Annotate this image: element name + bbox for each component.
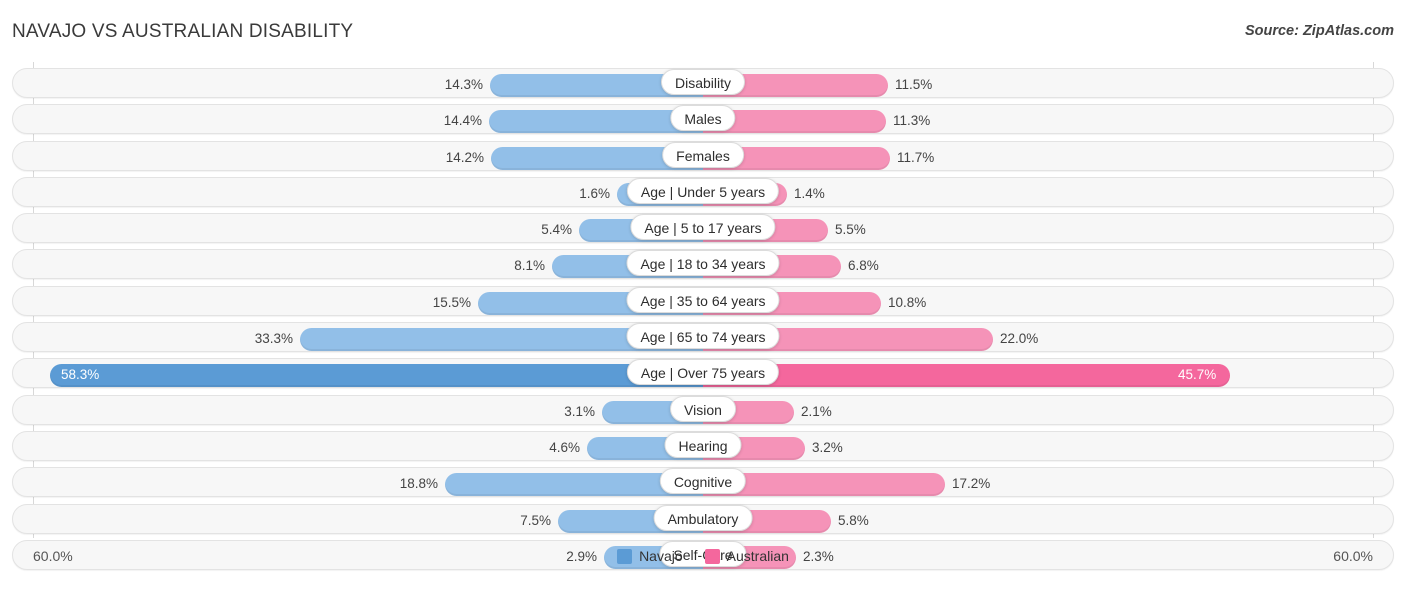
legend-label: Australian <box>726 548 789 564</box>
table-row[interactable]: 4.6% 3.2% Hearing <box>0 428 1406 464</box>
value-label-navajo: 14.2% <box>445 149 484 165</box>
value-label-australian: 5.5% <box>835 222 866 238</box>
row-bars: 18.8% 17.2% Cognitive <box>0 464 1406 500</box>
table-row[interactable]: 18.8% 17.2% Cognitive <box>0 464 1406 500</box>
value-label-navajo: 14.4% <box>443 113 482 129</box>
row-bars: 3.1% 2.1% Vision <box>0 392 1406 428</box>
value-label-navajo: 7.5% <box>520 512 551 528</box>
category-label-pill[interactable]: Females <box>662 141 744 168</box>
value-label-australian: 2.1% <box>801 403 832 419</box>
value-label-navajo: 14.3% <box>444 77 483 92</box>
chart-plot-area: 14.3% 11.5% Disability 14.4% 11.3% Males 14.2%… <box>0 62 1406 574</box>
value-label-australian: 5.8% <box>838 512 869 528</box>
row-bars: 33.3% 22.0% Age | 65 to 74 years <box>0 319 1406 355</box>
value-label-navajo: 1.6% <box>579 185 610 201</box>
value-label-australian: 17.2% <box>952 476 991 492</box>
row-bars: 8.1% 6.8% Age | 18 to 34 years <box>0 246 1406 282</box>
legend-item[interactable]: Navajo <box>617 544 683 568</box>
category-label-pill[interactable]: Hearing <box>664 431 742 458</box>
table-row[interactable]: 14.4% 11.3% Males <box>0 101 1406 137</box>
table-row[interactable]: 33.3% 22.0% Age | 65 to 74 years <box>0 319 1406 355</box>
table-row[interactable]: 58.3% 45.7% Age | Over 75 years <box>0 355 1406 391</box>
value-label-navajo: 5.4% <box>541 222 572 238</box>
value-label-navajo: 3.1% <box>564 403 595 419</box>
category-label-pill[interactable]: Age | Over 75 years <box>626 359 780 386</box>
value-label-australian: 11.7% <box>897 149 935 165</box>
value-label-navajo: 58.3% <box>61 367 100 383</box>
bar-rows-container: 14.3% 11.5% Disability 14.4% 11.3% Males 14.2%… <box>0 65 1406 573</box>
value-label-australian: 3.2% <box>812 439 843 455</box>
source-attribution: Source: ZipAtlas.com <box>1244 23 1394 39</box>
legend-swatch-icon <box>704 548 720 564</box>
legend-label: Navajo <box>639 548 683 564</box>
category-label-pill[interactable]: Ambulatory <box>653 504 753 531</box>
legend-swatch-icon <box>617 548 633 564</box>
legend-item[interactable]: Australian <box>704 544 789 568</box>
category-label-pill[interactable]: Cognitive <box>659 468 747 495</box>
table-row[interactable]: 3.1% 2.1% Vision <box>0 392 1406 428</box>
value-label-australian: 6.8% <box>848 258 879 274</box>
category-label-pill[interactable]: Disability <box>660 69 746 95</box>
row-bars: 1.6% 1.4% Age | Under 5 years <box>0 174 1406 210</box>
chart-legend: Navajo Australian <box>0 544 1406 568</box>
value-label-navajo: 33.3% <box>254 331 293 347</box>
value-label-australian: 22.0% <box>1000 331 1039 347</box>
table-row[interactable]: 14.3% 11.5% Disability <box>0 65 1406 101</box>
chart-header: NAVAJO VS AUSTRALIAN DISABILITY Source: … <box>0 0 1406 62</box>
value-label-navajo: 8.1% <box>514 258 545 274</box>
row-bars: 4.6% 3.2% Hearing <box>0 428 1406 464</box>
category-label-pill[interactable]: Age | 65 to 74 years <box>626 323 780 350</box>
row-bars: 7.5% 5.8% Ambulatory <box>0 501 1406 537</box>
value-label-australian: 10.8% <box>888 294 927 310</box>
table-row[interactable]: 5.4% 5.5% Age | 5 to 17 years <box>0 210 1406 246</box>
value-label-navajo: 4.6% <box>549 439 580 455</box>
category-label-pill[interactable]: Age | 5 to 17 years <box>630 214 776 241</box>
value-label-navajo: 18.8% <box>399 476 438 492</box>
bar-navajo[interactable] <box>50 364 703 388</box>
row-bars: 14.4% 11.3% Males <box>0 101 1406 137</box>
table-row[interactable]: 8.1% 6.8% Age | 18 to 34 years <box>0 246 1406 282</box>
category-label-pill[interactable]: Age | Under 5 years <box>626 177 780 204</box>
chart-axis: 60.0% 60.0% Navajo Australian <box>0 544 1406 568</box>
value-label-australian: 11.3% <box>893 113 931 129</box>
value-label-australian: 1.4% <box>794 185 825 201</box>
table-row[interactable]: 14.2% 11.7% Females <box>0 138 1406 174</box>
category-label-pill[interactable]: Age | 35 to 64 years <box>626 286 780 313</box>
row-bars: 58.3% 45.7% Age | Over 75 years <box>0 355 1406 391</box>
table-row[interactable]: 7.5% 5.8% Ambulatory <box>0 501 1406 537</box>
category-label-pill[interactable]: Males <box>670 105 736 132</box>
bar-australian[interactable] <box>703 364 1230 388</box>
row-bars: 14.3% 11.5% Disability <box>0 65 1406 101</box>
page-title: NAVAJO VS AUSTRALIAN DISABILITY <box>12 21 354 42</box>
table-row[interactable]: 15.5% 10.8% Age | 35 to 64 years <box>0 283 1406 319</box>
row-bars: 5.4% 5.5% Age | 5 to 17 years <box>0 210 1406 246</box>
value-label-australian: 45.7% <box>1178 367 1217 383</box>
category-label-pill[interactable]: Vision <box>670 395 736 422</box>
category-label-pill[interactable]: Age | 18 to 34 years <box>626 250 780 277</box>
value-label-navajo: 15.5% <box>432 294 471 310</box>
value-label-australian: 11.5% <box>895 77 933 92</box>
table-row[interactable]: 1.6% 1.4% Age | Under 5 years <box>0 174 1406 210</box>
row-bars: 15.5% 10.8% Age | 35 to 64 years <box>0 283 1406 319</box>
row-bars: 14.2% 11.7% Females <box>0 138 1406 174</box>
